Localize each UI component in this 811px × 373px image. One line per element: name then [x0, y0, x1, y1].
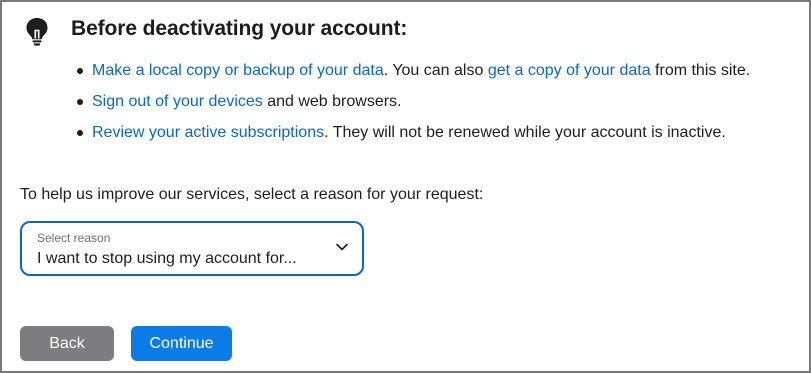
back-button[interactable]: Back: [20, 326, 114, 361]
continue-button[interactable]: Continue: [131, 326, 232, 361]
deactivate-account-panel: Before deactivating your account: Make a…: [0, 0, 811, 373]
review-subscriptions-link[interactable]: Review your active subscriptions: [92, 124, 324, 141]
backup-data-link[interactable]: Make a local copy or backup of your data: [92, 62, 384, 79]
bullet: [77, 130, 83, 136]
tip-text: from this site.: [650, 62, 751, 79]
tip-subscriptions: Review your active subscriptions. They w…: [72, 117, 750, 148]
tip-backup: Make a local copy or backup of your data…: [72, 55, 750, 86]
page-title: Before deactivating your account:: [71, 17, 408, 40]
tip-sign-out: Sign out of your devices and web browser…: [72, 86, 750, 117]
tips-list: Make a local copy or backup of your data…: [72, 55, 750, 148]
reason-select[interactable]: Select reason I want to stop using my ac…: [20, 221, 364, 276]
reason-prompt: To help us improve our services, select …: [20, 186, 484, 203]
reason-select-value: I want to stop using my account for...: [37, 250, 297, 267]
chevron-down-icon: [336, 243, 348, 251]
reason-select-label: Select reason: [37, 231, 111, 245]
get-copy-data-link[interactable]: get a copy of your data: [488, 62, 651, 79]
tip-text: . They will not be renewed while your ac…: [324, 124, 726, 141]
tip-text: . You can also: [383, 62, 488, 79]
bullet: [77, 68, 83, 74]
tip-text: and web browsers.: [262, 93, 402, 110]
lightbulb-icon: [26, 18, 48, 46]
bullet: [77, 99, 83, 105]
sign-out-devices-link[interactable]: Sign out of your devices: [92, 93, 263, 110]
